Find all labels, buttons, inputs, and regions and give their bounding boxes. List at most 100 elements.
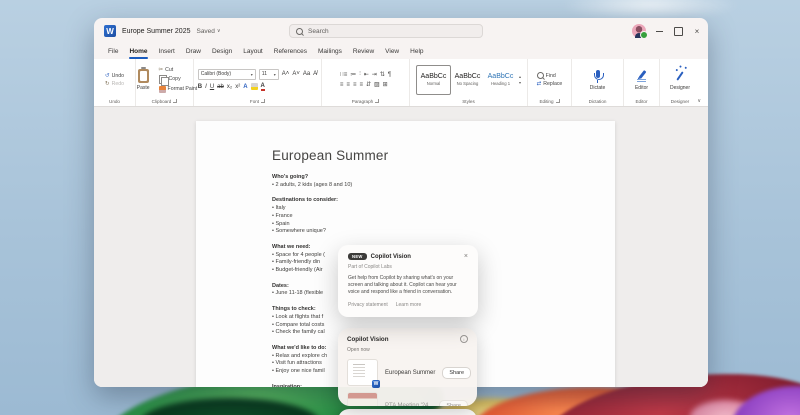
minimize-button[interactable]	[655, 26, 665, 36]
copy-button[interactable]: Copy	[159, 75, 198, 84]
format-painter-icon	[159, 86, 166, 93]
font-dialog-launcher[interactable]	[261, 99, 265, 103]
shrink-font-button[interactable]: A˅	[292, 71, 300, 77]
popup-subtitle: Part of Copilot Labs	[348, 264, 468, 270]
underline-button[interactable]: U	[210, 84, 214, 90]
font-color-button[interactable]: A	[261, 83, 265, 91]
paste-icon	[138, 69, 149, 83]
show-marks-button[interactable]: ¶	[388, 72, 391, 78]
paragraph-dialog-launcher[interactable]	[375, 99, 379, 103]
numbering-button[interactable]: ≔	[350, 71, 356, 78]
editor-pen-icon	[635, 69, 649, 83]
strikethrough-button[interactable]: ab	[217, 84, 224, 90]
doc-bullet: Spain	[272, 221, 575, 229]
search-input[interactable]: Search	[289, 24, 483, 38]
text-effects-button[interactable]: A	[243, 84, 247, 90]
title-bar: W Europe Summer 2025 Saved ∨ Search ×	[94, 18, 708, 44]
copilot-bottom-pill[interactable]	[338, 409, 477, 415]
find-button[interactable]: Find	[537, 72, 563, 79]
word-app-icon: W	[104, 25, 116, 37]
tab-references[interactable]: References	[274, 44, 307, 59]
subscript-button[interactable]: x₂	[227, 84, 232, 90]
presence-indicator	[640, 31, 648, 39]
tab-insert[interactable]: Insert	[159, 44, 175, 59]
bullets-button[interactable]: ∷≡	[340, 71, 347, 78]
sort-button[interactable]: ⇅	[380, 71, 385, 78]
editor-button[interactable]: Editor	[630, 69, 654, 91]
highlight-color-button[interactable]	[251, 83, 258, 90]
shading-button[interactable]: ▨	[374, 81, 380, 88]
redo-button[interactable]: ↻Redo	[105, 81, 124, 87]
chevron-down-icon: ▾	[251, 72, 253, 77]
grow-font-button[interactable]: A˄	[282, 71, 290, 77]
share-button[interactable]: Share	[442, 367, 471, 379]
search-placeholder: Search	[308, 28, 329, 35]
microphone-icon	[591, 69, 605, 83]
undo-button[interactable]: ↺Undo	[105, 73, 124, 79]
ribbon-group-clipboard: Paste ✂Cut Copy Format Paint Clipboard	[136, 59, 194, 106]
tab-mailings[interactable]: Mailings	[318, 44, 342, 59]
share-item-name: PTA Meeting '24	[385, 403, 432, 407]
tab-help[interactable]: Help	[410, 44, 423, 59]
clipboard-dialog-launcher[interactable]	[173, 99, 177, 103]
font-name-select[interactable]: Calibri (Body)▾	[198, 69, 256, 80]
share-button[interactable]: Share	[439, 400, 468, 407]
style-no-spacing[interactable]: AaBbCc No Spacing	[451, 66, 484, 94]
borders-button[interactable]: ⊞	[383, 81, 388, 88]
bold-button[interactable]: B	[198, 84, 202, 90]
replace-button[interactable]: ⇄Replace	[537, 81, 563, 87]
change-case-button[interactable]: Aa	[303, 71, 310, 77]
tab-view[interactable]: View	[385, 44, 399, 59]
maximize-button[interactable]	[674, 27, 683, 36]
align-center-button[interactable]: ≡	[346, 82, 350, 88]
share-item-row[interactable]: W European Summer Share	[347, 359, 468, 386]
format-painter-button[interactable]: Format Paint	[159, 86, 198, 93]
styles-scroll-down[interactable]: ▾	[519, 80, 521, 85]
italic-button[interactable]: I	[205, 84, 207, 90]
share-item-row[interactable]: PTA Meeting '24 Share	[347, 392, 468, 406]
new-badge: NEW	[348, 253, 367, 260]
styles-scroll-up[interactable]: ▴	[519, 74, 521, 79]
cut-button[interactable]: ✂Cut	[159, 67, 198, 73]
learn-more-link[interactable]: Learn more	[396, 302, 422, 308]
undo-group-label: Undo	[109, 99, 120, 104]
dictate-button[interactable]: Dictate	[585, 69, 611, 91]
tab-review[interactable]: Review	[353, 44, 374, 59]
privacy-statement-link[interactable]: Privacy statement	[348, 302, 388, 308]
ribbon-group-font: Calibri (Body)▾ 11▾ A˄ A˅ Aa A̸ B I U ab…	[194, 59, 322, 106]
info-icon[interactable]: i	[460, 335, 468, 343]
clear-formatting-button[interactable]: A̸	[313, 71, 317, 77]
line-spacing-button[interactable]: ⇵	[366, 81, 371, 88]
increase-indent-button[interactable]: ⇥	[372, 71, 377, 78]
superscript-button[interactable]: x²	[235, 84, 240, 90]
tab-file[interactable]: File	[108, 44, 118, 59]
doc-bullet: 2 adults, 2 kids (ages 8 and 10)	[272, 182, 575, 190]
tab-draw[interactable]: Draw	[186, 44, 201, 59]
collapse-ribbon-icon[interactable]: ∨	[697, 98, 701, 104]
paste-button[interactable]: Paste	[132, 69, 155, 91]
tab-home[interactable]: Home	[129, 44, 147, 59]
wallpaper-cloud	[560, 0, 740, 20]
tab-layout[interactable]: Layout	[243, 44, 263, 59]
save-chevron-icon[interactable]: ∨	[217, 28, 221, 34]
designer-button[interactable]: Designer	[665, 69, 695, 91]
style-heading-1[interactable]: AaBbCc Heading 1	[484, 66, 517, 94]
editing-group-label: Editing	[539, 99, 553, 104]
align-left-button[interactable]: ≡	[340, 82, 344, 88]
document-thumbnail: W	[347, 359, 378, 386]
font-size-select[interactable]: 11▾	[259, 69, 279, 80]
editing-dialog-launcher[interactable]	[556, 99, 560, 103]
doc-section-heading: Who's going?	[272, 174, 575, 182]
ribbon-group-editor: Editor Editor	[624, 59, 660, 106]
style-normal[interactable]: AaBbCc Normal	[416, 65, 451, 95]
save-status[interactable]: Saved	[196, 28, 214, 35]
doc-bullet: France	[272, 213, 575, 221]
tab-design[interactable]: Design	[212, 44, 232, 59]
avatar[interactable]	[632, 24, 646, 38]
decrease-indent-button[interactable]: ⇤	[364, 71, 369, 78]
align-right-button[interactable]: ≡	[353, 82, 357, 88]
justify-button[interactable]: ≡	[359, 82, 363, 88]
popup-close-icon[interactable]: ×	[464, 254, 468, 260]
multilevel-list-button[interactable]: ⫶	[359, 71, 361, 78]
close-button[interactable]: ×	[692, 27, 702, 36]
